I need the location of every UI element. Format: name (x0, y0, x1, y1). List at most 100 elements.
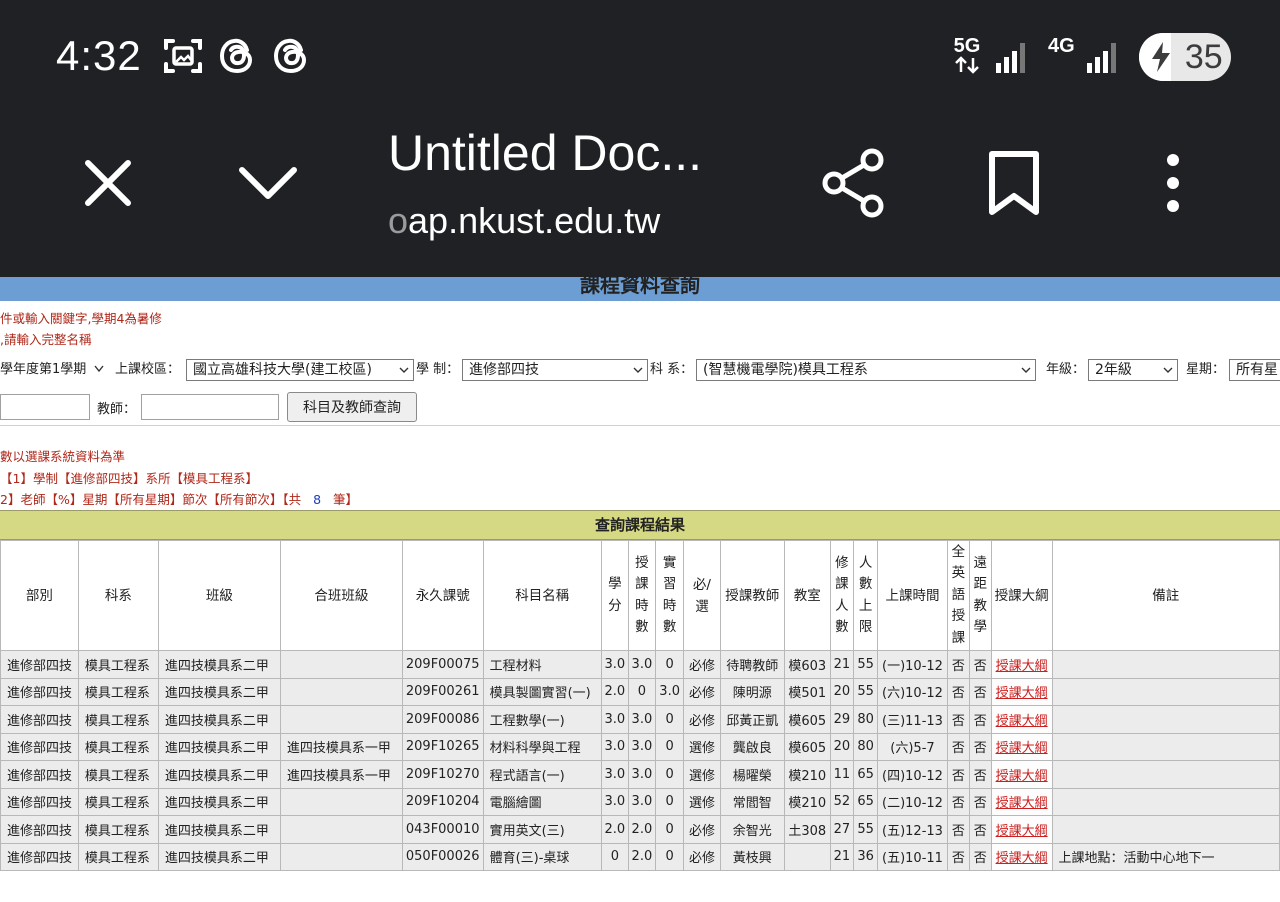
column-header: 遠距教學 (968, 540, 992, 651)
weekday-select[interactable]: 所有星 (1229, 359, 1280, 381)
table-cell: 2.0 (600, 815, 629, 844)
table-cell: 龔啟良 (719, 732, 785, 761)
table-cell: 模603 (784, 650, 831, 679)
more-options-icon[interactable] (1158, 150, 1188, 216)
table-cell (279, 677, 403, 706)
chevron-down-icon (94, 365, 104, 373)
table-cell: 否 (946, 650, 970, 679)
share-icon[interactable] (822, 148, 888, 218)
column-header: 教室 (784, 540, 831, 651)
table-cell: 體育(三)-桌球 (482, 842, 602, 871)
course-teacher-query-button[interactable]: 科目及教師查詢 (287, 392, 417, 422)
table-cell: 進修部四技 (0, 677, 79, 706)
syllabus-link[interactable]: 授課大綱 (990, 787, 1053, 816)
table-cell: 209F00086 (401, 705, 484, 734)
table-cell: 必修 (683, 650, 721, 679)
table-cell: 模具工程系 (77, 815, 159, 844)
table-cell: 3.0 (600, 787, 629, 816)
filter-row: 學年度第1學期 上課校區： 國立高雄科技大學(建工校區) 學 制： 進修部四技 … (0, 359, 1280, 383)
dept-label: 科 系： (650, 362, 694, 377)
table-cell: 進修部四技 (0, 650, 79, 679)
table-cell: 2.0 (600, 677, 629, 706)
battery-indicator: 35 (1138, 33, 1231, 81)
table-cell: 043F00010 (401, 815, 484, 844)
table-cell: 否 (968, 677, 992, 706)
table-cell: 模具工程系 (77, 732, 159, 761)
page-title: 課程資料查詢 (580, 277, 700, 297)
table-header-row: 部別 科系 班級 合班班級 永久課號 科目名稱 學分 授課時數 實習時數 必/選 授課教師 教室 修課人… (0, 540, 1280, 651)
table-cell: 模605 (784, 732, 831, 761)
table-cell: 否 (968, 787, 992, 816)
table-cell: 否 (968, 760, 992, 789)
table-cell: 模具工程系 (77, 842, 159, 871)
system-select[interactable]: 進修部四技 (462, 359, 648, 381)
table-cell: 楊曜榮 (719, 760, 785, 789)
dept-select[interactable]: (智慧機電學院)模具工程系 (696, 359, 1036, 381)
keyword-input[interactable] (0, 394, 90, 420)
table-cell: 11 (829, 760, 855, 789)
table-cell: 進修部四技 (0, 760, 79, 789)
table-cell: 27 (829, 815, 855, 844)
campus-label: 上課校區： (115, 362, 181, 377)
table-cell: (五)10-11 (876, 842, 948, 871)
teacher-input[interactable] (141, 394, 279, 420)
status-right: 5G 4G 35 (950, 32, 1231, 82)
table-cell (1051, 760, 1280, 789)
column-header: 授課時數 (627, 540, 656, 651)
table-row: 進修部四技 模具工程系 進四技模具系二甲 209F10204 電腦繪圖 3.0 3.0 0 選修… (0, 787, 1280, 816)
table-cell: 20 (829, 677, 855, 706)
table-cell: 65 (853, 787, 878, 816)
table-cell: 209F00075 (401, 650, 484, 679)
syllabus-link[interactable]: 授課大綱 (990, 677, 1053, 706)
table-cell: 52 (829, 787, 855, 816)
close-icon[interactable] (80, 155, 136, 211)
charging-bolt-icon (1151, 42, 1170, 72)
syllabus-link[interactable]: 授課大綱 (990, 815, 1053, 844)
table-cell: 2.0 (627, 815, 656, 844)
table-cell: 209F10270 (401, 760, 484, 789)
table-cell: 3.0 (600, 760, 629, 789)
table-row: 進修部四技 模具工程系 進四技模具系二甲 209F00075 工程材料 3.0 3.0 0 必修… (0, 650, 1280, 679)
table-cell: 進修部四技 (0, 815, 79, 844)
table-cell: 進四技模具系二甲 (157, 705, 281, 734)
table-cell: 進四技模具系二甲 (157, 677, 281, 706)
table-cell: 0 (654, 732, 685, 761)
table-cell: (四)10-12 (876, 760, 948, 789)
table-cell: (二)10-12 (876, 787, 948, 816)
grade-label: 年級： (1046, 362, 1086, 377)
table-cell: 3.0 (627, 787, 656, 816)
chevron-down-icon (1021, 367, 1031, 373)
table-row: 進修部四技 模具工程系 進四技模具系二甲 進四技模具系一甲 209F10265 材料科學與… (0, 732, 1280, 761)
column-header: 科系 (77, 540, 159, 651)
info-line: 數以選課系統資料為準 (0, 449, 126, 464)
syllabus-link[interactable]: 授課大綱 (990, 842, 1053, 871)
table-cell: 否 (946, 842, 970, 871)
results-table: 部別 科系 班級 合班班級 永久課號 科目名稱 學分 授課時數 實習時數 必/選 授課教師 教室 修課人… (0, 540, 1280, 871)
tab-title: Untitled Doc... (388, 125, 703, 181)
campus-select[interactable]: 國立高雄科技大學(建工校區) (186, 359, 414, 381)
network-5g: 5G (950, 36, 984, 78)
table-cell: 模501 (784, 677, 831, 706)
table-cell: 進四技模具系二甲 (157, 787, 281, 816)
table-cell: (六)5-7 (876, 732, 948, 761)
column-header: 永久課號 (401, 540, 484, 651)
grade-select[interactable]: 2年級 (1088, 359, 1178, 381)
table-cell: 陳明源 (719, 677, 785, 706)
notice-line: ,請輸入完整名稱 (0, 332, 92, 347)
chevron-down-icon[interactable] (236, 160, 300, 204)
table-cell (279, 842, 403, 871)
table-cell: 2.0 (627, 842, 656, 871)
table-cell: 選修 (683, 787, 721, 816)
table-cell: 0 (627, 677, 656, 706)
table-cell: 0 (654, 815, 685, 844)
syllabus-link[interactable]: 授課大綱 (990, 732, 1053, 761)
term-select[interactable]: 學年度第1學期 (0, 359, 110, 381)
syllabus-link[interactable]: 授課大綱 (990, 705, 1053, 734)
table-cell: 否 (968, 650, 992, 679)
bookmark-icon[interactable] (986, 150, 1042, 216)
column-header: 部別 (0, 540, 79, 651)
syllabus-link[interactable]: 授課大綱 (990, 650, 1053, 679)
syllabus-link[interactable]: 授課大綱 (990, 760, 1053, 789)
table-cell: 0 (654, 650, 685, 679)
table-cell: 進修部四技 (0, 842, 79, 871)
